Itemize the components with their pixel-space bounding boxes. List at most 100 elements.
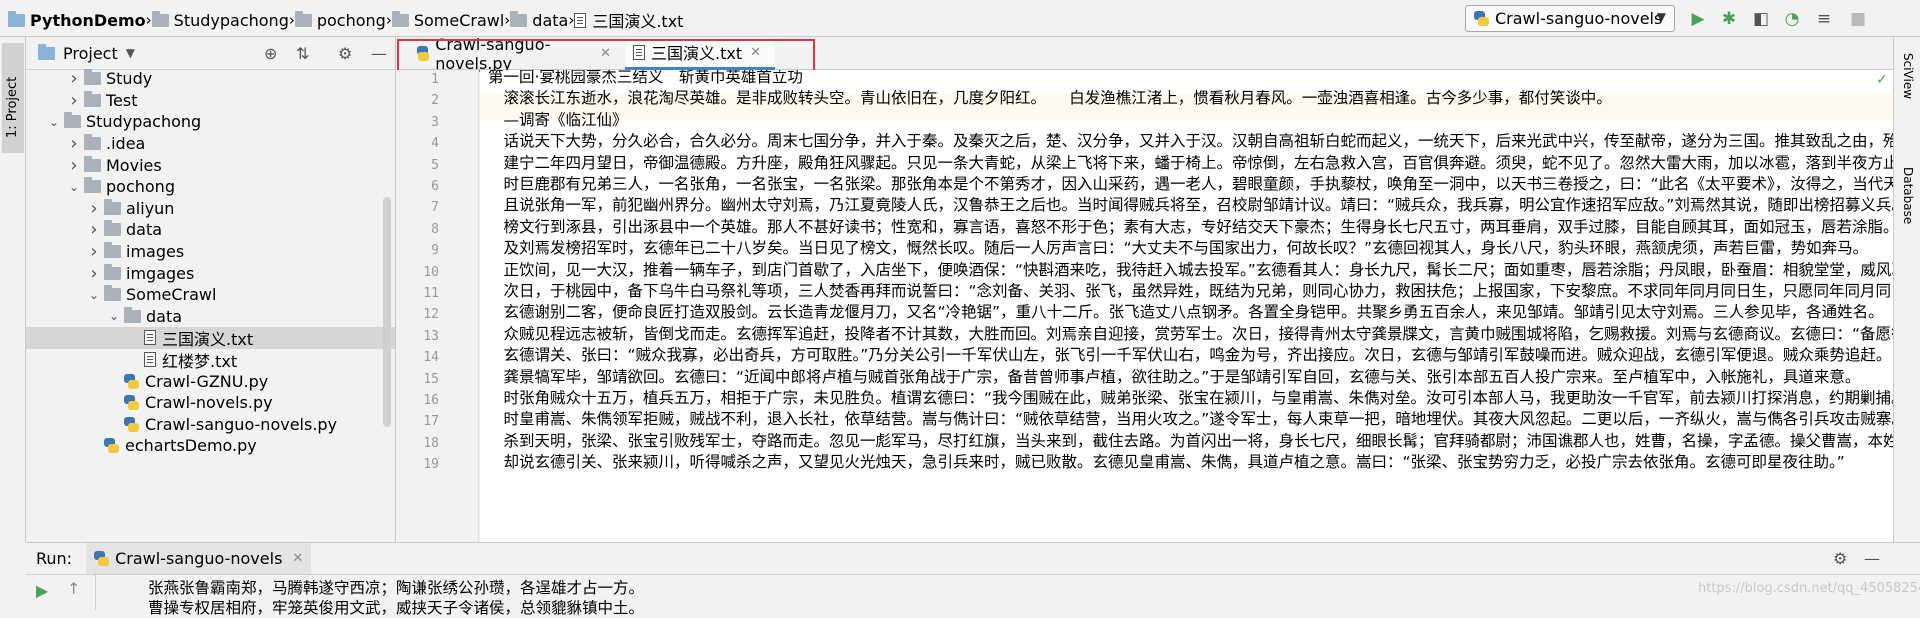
tree-item[interactable]: echartsDemo.py <box>26 435 257 457</box>
python-file-icon <box>124 416 139 432</box>
text-line: 时皇甫嵩、朱儁领军拒贼，贼战不利，退入长社，依草结营。嵩与儁计曰：“贼依草结营，… <box>488 410 1894 429</box>
tree-item[interactable]: › Study <box>26 68 152 90</box>
collapse-all-icon[interactable]: ⇅ <box>296 44 309 63</box>
tree-item[interactable]: Crawl-novels.py <box>26 392 273 414</box>
breadcrumb-item[interactable]: 三国演义.txt <box>574 8 683 32</box>
text-editor[interactable]: 第一回·宴桃园豪杰三结义 斩黄巾英雄首立功 滚滚长江东逝水，浪花淘尽英雄。是非成… <box>480 70 1893 542</box>
python-file-icon <box>104 438 119 454</box>
breadcrumb-item[interactable]: Studypachong <box>151 10 289 30</box>
line-number: 5 <box>431 157 439 173</box>
breadcrumb-item[interactable]: pochong <box>294 10 386 30</box>
line-number: 19 <box>423 457 439 473</box>
coverage-icon[interactable]: ◧ <box>1751 9 1771 29</box>
project-tool-tab[interactable]: 1: Project <box>2 43 24 153</box>
line-number: 11 <box>423 286 439 301</box>
tree-item[interactable]: › data <box>26 219 162 241</box>
breadcrumb-label: PythonDemo <box>30 10 146 30</box>
chevron-right-icon[interactable]: › <box>64 155 84 176</box>
database-tool-tab[interactable]: Database <box>1901 167 1915 224</box>
chevron-down-icon[interactable]: ⌄ <box>44 115 64 129</box>
tree-item-label: echartsDemo.py <box>125 436 257 456</box>
tree-item[interactable]: ⌄ SomeCrawl <box>26 284 216 306</box>
chevron-down-icon[interactable]: ⌄ <box>104 309 124 323</box>
tree-item-label: data <box>126 220 163 240</box>
tree-item[interactable]: ⌄ Studypachong <box>26 111 201 133</box>
breadcrumb-item[interactable]: data <box>510 10 569 30</box>
chevron-right-icon[interactable]: › <box>84 198 104 219</box>
concurrency-icon[interactable]: ≡ <box>1814 9 1834 29</box>
project-scrollbar[interactable] <box>383 197 391 427</box>
chevron-down-icon: ▼ <box>1656 10 1666 24</box>
tree-item[interactable]: ⌄ data <box>26 306 182 328</box>
tree-item[interactable]: 三国演义.txt <box>26 327 395 349</box>
tree-item[interactable]: › images <box>26 241 184 263</box>
chevron-right-icon[interactable]: › <box>64 68 84 89</box>
text-line: 滚滚长江东逝水，浪花淘尽英雄。是非成败转头空。青山依旧在，几度夕阳红。 白发渔樵… <box>488 89 1612 108</box>
tree-item[interactable]: › Movies <box>26 154 161 176</box>
text-line: 话说天下大势，分久必合，合久必分。周末七国分争，并入于秦。及秦灭之后，楚、汉分争… <box>488 132 1894 151</box>
tree-item-label: data <box>146 306 183 326</box>
folder-icon <box>84 155 101 172</box>
hide-icon[interactable]: — <box>371 44 387 63</box>
text-line: 时巨鹿郡有兄弟三人，一名张角，一名张宝，一名张梁。那张角本是个不第秀才，因入山采… <box>488 175 1894 193</box>
debug-icon[interactable]: ✱ <box>1719 9 1739 29</box>
line-number: 12 <box>423 307 439 323</box>
line-number: 8 <box>431 221 439 237</box>
gear-icon[interactable]: ⚙ <box>338 44 352 63</box>
chevron-right-icon[interactable]: › <box>84 219 104 240</box>
chevron-right-icon[interactable]: › <box>84 263 104 284</box>
run-output[interactable]: 张燕张鲁霸南郑，马腾韩遂守西凉；陶谦张绣公孙瓒，各逞雄才占一方。 曹操专权居相府，… <box>26 575 1920 617</box>
tree-item[interactable]: › Test <box>26 90 137 112</box>
stop-icon[interactable]: ■ <box>1848 9 1868 29</box>
breadcrumb-item[interactable]: SomeCrawl <box>391 10 504 30</box>
text-line: 正饮间，见一大汉，推着一辆车子，到店门首歇了，入店坐下，便唤酒保：“快斟酒来吃，… <box>488 260 1894 279</box>
hide-icon[interactable]: — <box>1864 549 1880 568</box>
chevron-right-icon[interactable]: › <box>84 241 104 262</box>
profile-icon[interactable]: ◔ <box>1782 9 1802 29</box>
tree-item[interactable]: › imgages <box>26 262 194 284</box>
tree-item[interactable]: › .idea <box>26 133 145 155</box>
left-tool-stripe: 1: Project <box>0 37 26 542</box>
chevron-down-icon[interactable]: ⌄ <box>64 180 84 194</box>
folder-icon <box>510 10 528 27</box>
tab-label: Crawl-sanguo-novels.py <box>435 34 551 73</box>
inspection-ok-icon[interactable]: ✓ <box>1876 72 1888 88</box>
chevron-down-icon[interactable]: ▼ <box>126 46 135 60</box>
tree-item-label: 三国演义.txt <box>162 329 254 349</box>
run-icon[interactable]: ▶ <box>1688 9 1708 29</box>
tree-item[interactable]: 红楼梦.txt <box>26 349 237 371</box>
breadcrumb-item[interactable]: PythonDemo <box>8 10 146 30</box>
folder-icon <box>104 285 121 302</box>
close-icon[interactable]: ✕ <box>750 45 761 60</box>
folder-icon <box>84 134 101 151</box>
text-line: 第一回·宴桃园豪杰三结义 斩黄巾英雄首立功 <box>488 70 803 86</box>
sciview-tool-tab[interactable]: SciView <box>1901 53 1915 99</box>
line-number: 3 <box>431 114 439 130</box>
line-number: 7 <box>431 200 439 216</box>
chevron-right-icon[interactable]: › <box>64 133 84 154</box>
breadcrumb-label: data <box>532 10 569 30</box>
python-file-icon <box>94 551 110 566</box>
run-tab[interactable]: Crawl-sanguo-novels ✕ <box>86 543 312 574</box>
tree-item[interactable]: Crawl-sanguo-novels.py <box>26 414 337 436</box>
gear-icon[interactable]: ⚙ <box>1833 549 1847 568</box>
folder-icon <box>104 263 121 280</box>
line-number: 18 <box>423 435 439 451</box>
text-line: 及刘焉发榜招军时，玄德年已二十八岁矣。当日见了榜文，慨然长叹。随后一人厉声言曰：… <box>488 239 1869 258</box>
run-configuration-select[interactable]: Crawl-sanguo-novels ▼ <box>1465 5 1675 32</box>
locate-icon[interactable]: ⊕ <box>264 44 277 63</box>
chevron-right-icon[interactable]: › <box>64 90 84 111</box>
close-icon[interactable]: ✕ <box>600 46 611 61</box>
tab-sanguo-txt[interactable]: 三国演义.txt ✕ <box>625 37 775 70</box>
line-number: 14 <box>423 350 439 366</box>
project-tool-tab-label: 1: Project <box>5 76 20 138</box>
tree-item-label: Study <box>106 69 153 89</box>
tree-item[interactable]: › aliyun <box>26 198 174 220</box>
tree-item[interactable]: Crawl-GZNU.py <box>26 370 268 392</box>
python-file-icon <box>124 373 139 389</box>
chevron-down-icon[interactable]: ⌄ <box>84 288 104 302</box>
project-panel-title[interactable]: Project <box>63 44 118 63</box>
tab-crawl-sanguo-novels[interactable]: Crawl-sanguo-novels.py ✕ <box>409 34 619 73</box>
tree-item[interactable]: ⌄ pochong <box>26 176 175 198</box>
close-icon[interactable]: ✕ <box>292 551 303 566</box>
